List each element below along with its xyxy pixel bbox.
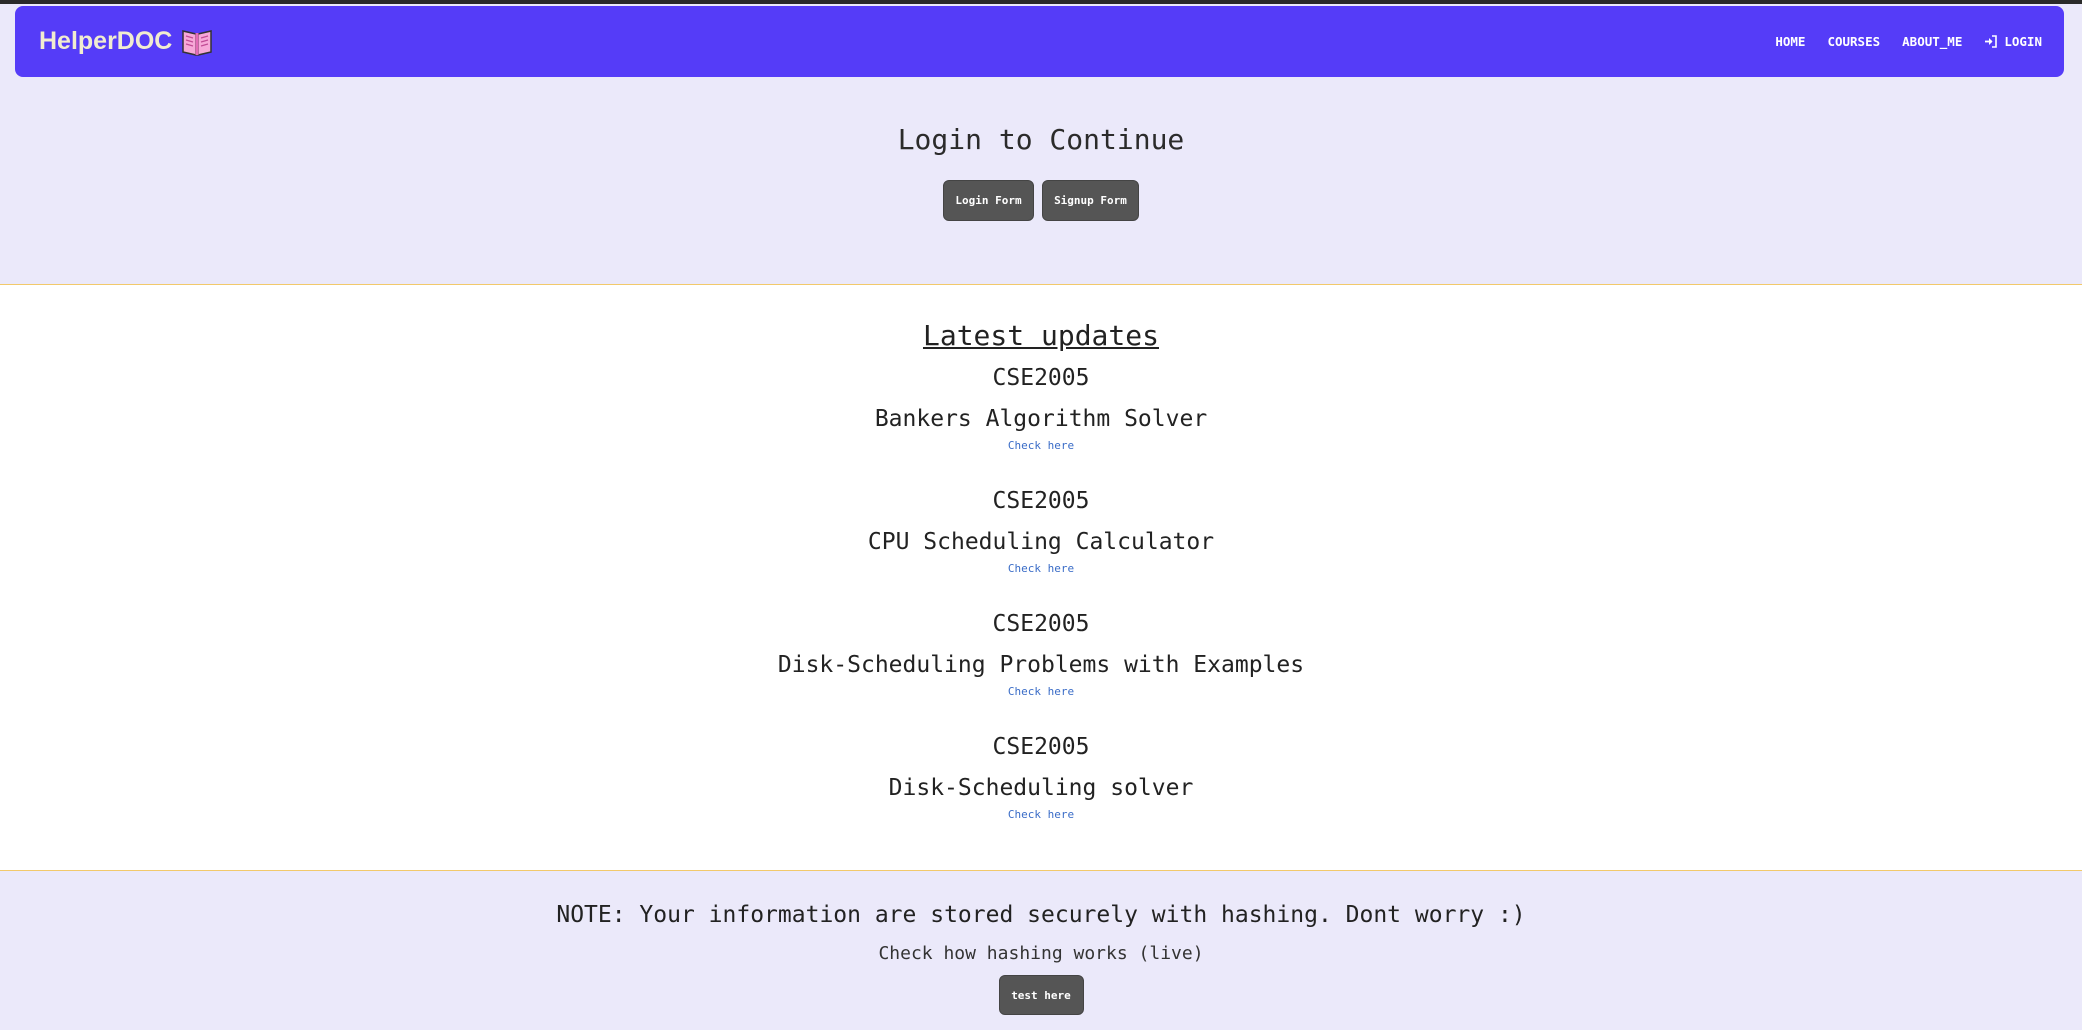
update-course-code: CSE2005 — [992, 365, 1090, 391]
check-here-link[interactable]: Check here — [1008, 439, 1074, 452]
update-title: Disk-Scheduling Problems with Examples — [777, 652, 1305, 678]
form-toggle-buttons: Login Form Signup Form — [0, 180, 2082, 221]
signup-form-button[interactable]: Signup Form — [1042, 180, 1139, 221]
update-title: Bankers Algorithm Solver — [874, 406, 1208, 432]
latest-updates-section: Latest updates CSE2005 Bankers Algorithm… — [0, 284, 2082, 871]
hashing-info-text: Check how hashing works (live) — [878, 943, 1204, 964]
nav-links: HOME COURSES ABOUT_ME LOGIN — [1775, 6, 2042, 77]
test-here-button[interactable]: test here — [998, 975, 1084, 1015]
check-here-link[interactable]: Check here — [1008, 562, 1074, 575]
security-note: NOTE: Your information are stored secure… — [556, 902, 1526, 928]
nav-courses[interactable]: COURSES — [1827, 34, 1880, 49]
update-title: CPU Scheduling Calculator — [867, 529, 1215, 555]
check-here-link[interactable]: Check here — [1008, 685, 1074, 698]
security-note-section: NOTE: Your information are stored secure… — [0, 871, 2082, 1030]
latest-updates-title: Latest updates — [922, 319, 1159, 352]
check-here-link[interactable]: Check here — [1008, 808, 1074, 821]
test-button-wrap: test here — [0, 975, 2082, 1015]
update-course-code: CSE2005 — [992, 734, 1090, 760]
nav-home[interactable]: HOME — [1775, 34, 1805, 49]
brand-name: HelperDOC — [39, 27, 173, 55]
brand-logo[interactable]: HelperDOC — [39, 6, 214, 77]
update-title: Disk-Scheduling solver — [888, 775, 1194, 801]
update-item: CSE2005 Disk-Scheduling solver Check her… — [0, 732, 2082, 822]
book-icon — [180, 27, 214, 57]
nav-login[interactable]: LOGIN — [1984, 34, 2042, 49]
update-course-code: CSE2005 — [992, 611, 1090, 637]
nav-login-label: LOGIN — [2004, 34, 2042, 49]
top-border-line — [0, 0, 2082, 4]
update-item: CSE2005 Disk-Scheduling Problems with Ex… — [0, 609, 2082, 699]
login-icon — [1984, 35, 1998, 48]
nav-about-me[interactable]: ABOUT_ME — [1902, 34, 1962, 49]
login-hero: Login to Continue Login Form Signup Form — [0, 77, 2082, 284]
update-item: CSE2005 Bankers Algorithm Solver Check h… — [0, 363, 2082, 453]
update-course-code: CSE2005 — [992, 488, 1090, 514]
login-form-button[interactable]: Login Form — [943, 180, 1034, 221]
navbar: HelperDOC HOME COURSES ABOUT_ME LOGIN — [15, 6, 2064, 77]
hero-title: Login to Continue — [897, 123, 1185, 156]
update-item: CSE2005 CPU Scheduling Calculator Check … — [0, 486, 2082, 576]
